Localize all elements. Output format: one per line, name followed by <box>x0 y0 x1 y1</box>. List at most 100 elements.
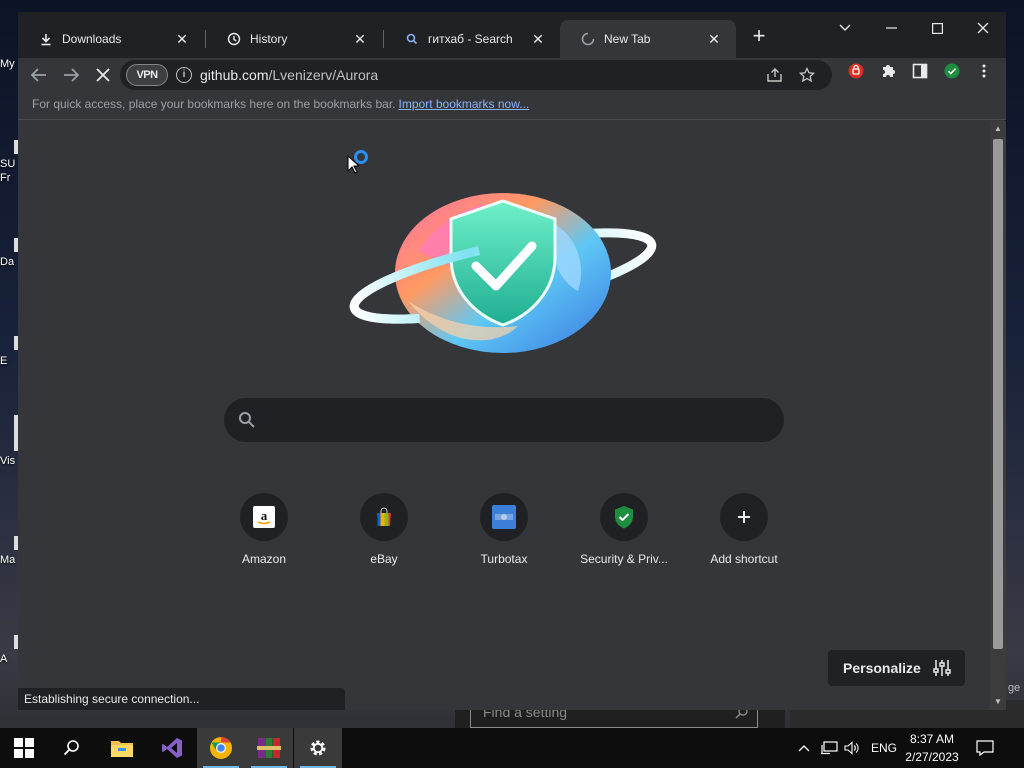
action-center-button[interactable] <box>976 728 994 768</box>
taskbar-winrar[interactable] <box>245 728 293 768</box>
taskbar-settings[interactable] <box>294 728 342 768</box>
tab-search-dropdown-button[interactable] <box>822 14 868 42</box>
desktop-icon-label[interactable]: SU <box>0 158 18 170</box>
new-tab-search-input[interactable] <box>224 398 784 442</box>
tab-search[interactable]: гитхаб - Search ✕ <box>384 20 560 58</box>
shield-check-icon <box>600 493 648 541</box>
browser-window: Downloads ✕ History ✕ гитхаб - Search ✕ … <box>18 12 1006 710</box>
svg-text:a: a <box>261 508 268 523</box>
browser-icon <box>210 737 232 759</box>
search-icon <box>404 33 420 45</box>
personalize-label: Personalize <box>843 660 921 676</box>
folder-icon <box>111 741 133 757</box>
bookmarks-bar: For quick access, place your bookmarks h… <box>18 92 1006 120</box>
shortcut-label: Add shortcut <box>710 552 778 566</box>
clock-date: 2/27/2023 <box>905 750 959 764</box>
tab-title: History <box>250 32 288 46</box>
ebay-icon <box>360 493 408 541</box>
taskbar-search-button[interactable] <box>48 728 96 768</box>
shortcut-label: eBay <box>370 552 398 566</box>
taskbar-browser[interactable] <box>197 728 245 768</box>
desktop-icon-label[interactable]: E <box>0 355 18 367</box>
tab-title: гитхаб - Search <box>428 32 513 46</box>
url-host: github.com <box>200 67 269 83</box>
tray-overflow-button[interactable] <box>798 728 810 768</box>
side-panel-icon[interactable] <box>911 62 929 80</box>
start-button[interactable] <box>0 728 48 768</box>
taskbar-visual-studio[interactable] <box>148 728 196 768</box>
address-bar[interactable]: VPN i github.com/Lvenizerv/Aurora <box>120 60 832 90</box>
site-info-icon[interactable]: i <box>176 67 192 83</box>
close-window-button[interactable] <box>960 14 1006 42</box>
chevron-up-icon <box>798 745 810 752</box>
shortcut-label: Turbotax <box>480 552 528 566</box>
taskbar: ENG 8:37 AM 2/27/2023 <box>0 728 1024 768</box>
import-bookmarks-link[interactable]: Import bookmarks now... <box>399 97 530 111</box>
loading-spinner-icon <box>580 32 596 46</box>
history-icon <box>226 32 242 46</box>
close-icon[interactable]: ✕ <box>174 31 190 48</box>
tab-history[interactable]: History ✕ <box>206 20 382 58</box>
tab-new-tab[interactable]: New Tab ✕ <box>560 20 736 58</box>
maximize-button[interactable] <box>914 14 960 42</box>
sliders-icon <box>933 659 951 680</box>
vpn-label: VPN <box>136 69 158 81</box>
back-button[interactable] <box>26 62 52 88</box>
shortcut-ebay[interactable]: eBay <box>328 493 440 566</box>
amazon-icon: a <box>240 493 288 541</box>
personalize-button[interactable]: Personalize <box>828 650 965 686</box>
shortcut-label: Amazon <box>241 552 287 566</box>
plus-icon <box>720 493 768 541</box>
speaker-icon <box>844 741 859 755</box>
page-scrollbar[interactable]: ▲ ▼ <box>990 121 1006 710</box>
new-tab-button[interactable]: + <box>749 25 769 47</box>
stop-loading-button[interactable] <box>90 62 116 88</box>
close-icon[interactable]: ✕ <box>706 31 722 48</box>
shortcut-turbotax[interactable]: Turbotax <box>448 493 560 566</box>
shortcut-amazon[interactable]: a Amazon <box>208 493 320 566</box>
forward-button[interactable] <box>58 62 84 88</box>
tab-strip: Downloads ✕ History ✕ гитхаб - Search ✕ … <box>18 12 1006 58</box>
desktop-icon-label[interactable]: Da <box>0 256 18 268</box>
clock-time: 8:37 AM <box>909 732 955 746</box>
tab-downloads[interactable]: Downloads ✕ <box>18 20 204 58</box>
bookmarks-bar-hint: For quick access, place your bookmarks h… <box>32 97 396 111</box>
status-bubble: Establishing secure connection... <box>18 688 345 710</box>
shortcut-label: Security & Priv... <box>580 552 668 566</box>
desktop-icon-label[interactable]: My <box>0 58 18 70</box>
security-planet-illustration <box>349 193 657 353</box>
network-button[interactable] <box>820 728 838 768</box>
scroll-down-icon[interactable]: ▼ <box>993 697 1003 707</box>
search-icon <box>63 740 79 756</box>
visual-studio-icon <box>162 738 182 758</box>
taskbar-clock[interactable]: 8:37 AM 2/27/2023 <box>894 730 970 766</box>
menu-kebab-icon[interactable] <box>975 62 993 80</box>
volume-button[interactable] <box>844 728 860 768</box>
scroll-thumb[interactable] <box>993 139 1003 649</box>
desktop-icon-label[interactable]: Ma <box>0 554 18 566</box>
url-text[interactable]: github.com/Lvenizerv/Aurora <box>200 67 378 83</box>
shortcut-security-privacy[interactable]: Security & Priv... <box>568 493 680 566</box>
adblock-extension-icon[interactable] <box>847 62 865 80</box>
close-icon[interactable]: ✕ <box>352 31 368 48</box>
share-icon[interactable] <box>766 66 784 84</box>
desktop-icon-label[interactable]: Fr <box>0 172 18 184</box>
new-tab-page: a Amazon eBay Turbotax Security & Priv..… <box>18 121 990 710</box>
turbotax-icon <box>480 493 528 541</box>
tab-title: New Tab <box>604 32 651 46</box>
close-icon[interactable]: ✕ <box>530 31 546 48</box>
download-icon <box>38 33 54 46</box>
url-path: /Lvenizerv/Aurora <box>268 67 379 83</box>
gear-icon <box>310 740 326 756</box>
bookmark-star-icon[interactable] <box>798 66 816 84</box>
desktop-icon-label[interactable]: A <box>0 653 18 665</box>
desktop-icon-label[interactable]: Vis <box>0 455 18 467</box>
security-shield-icon[interactable] <box>943 62 961 80</box>
winrar-icon <box>257 738 281 758</box>
add-shortcut-button[interactable]: Add shortcut <box>688 493 800 566</box>
extensions-puzzle-icon[interactable] <box>879 62 897 80</box>
taskbar-file-explorer[interactable] <box>98 728 146 768</box>
vpn-button[interactable]: VPN <box>126 64 168 86</box>
minimize-button[interactable] <box>868 14 914 42</box>
scroll-up-icon[interactable]: ▲ <box>993 124 1003 134</box>
